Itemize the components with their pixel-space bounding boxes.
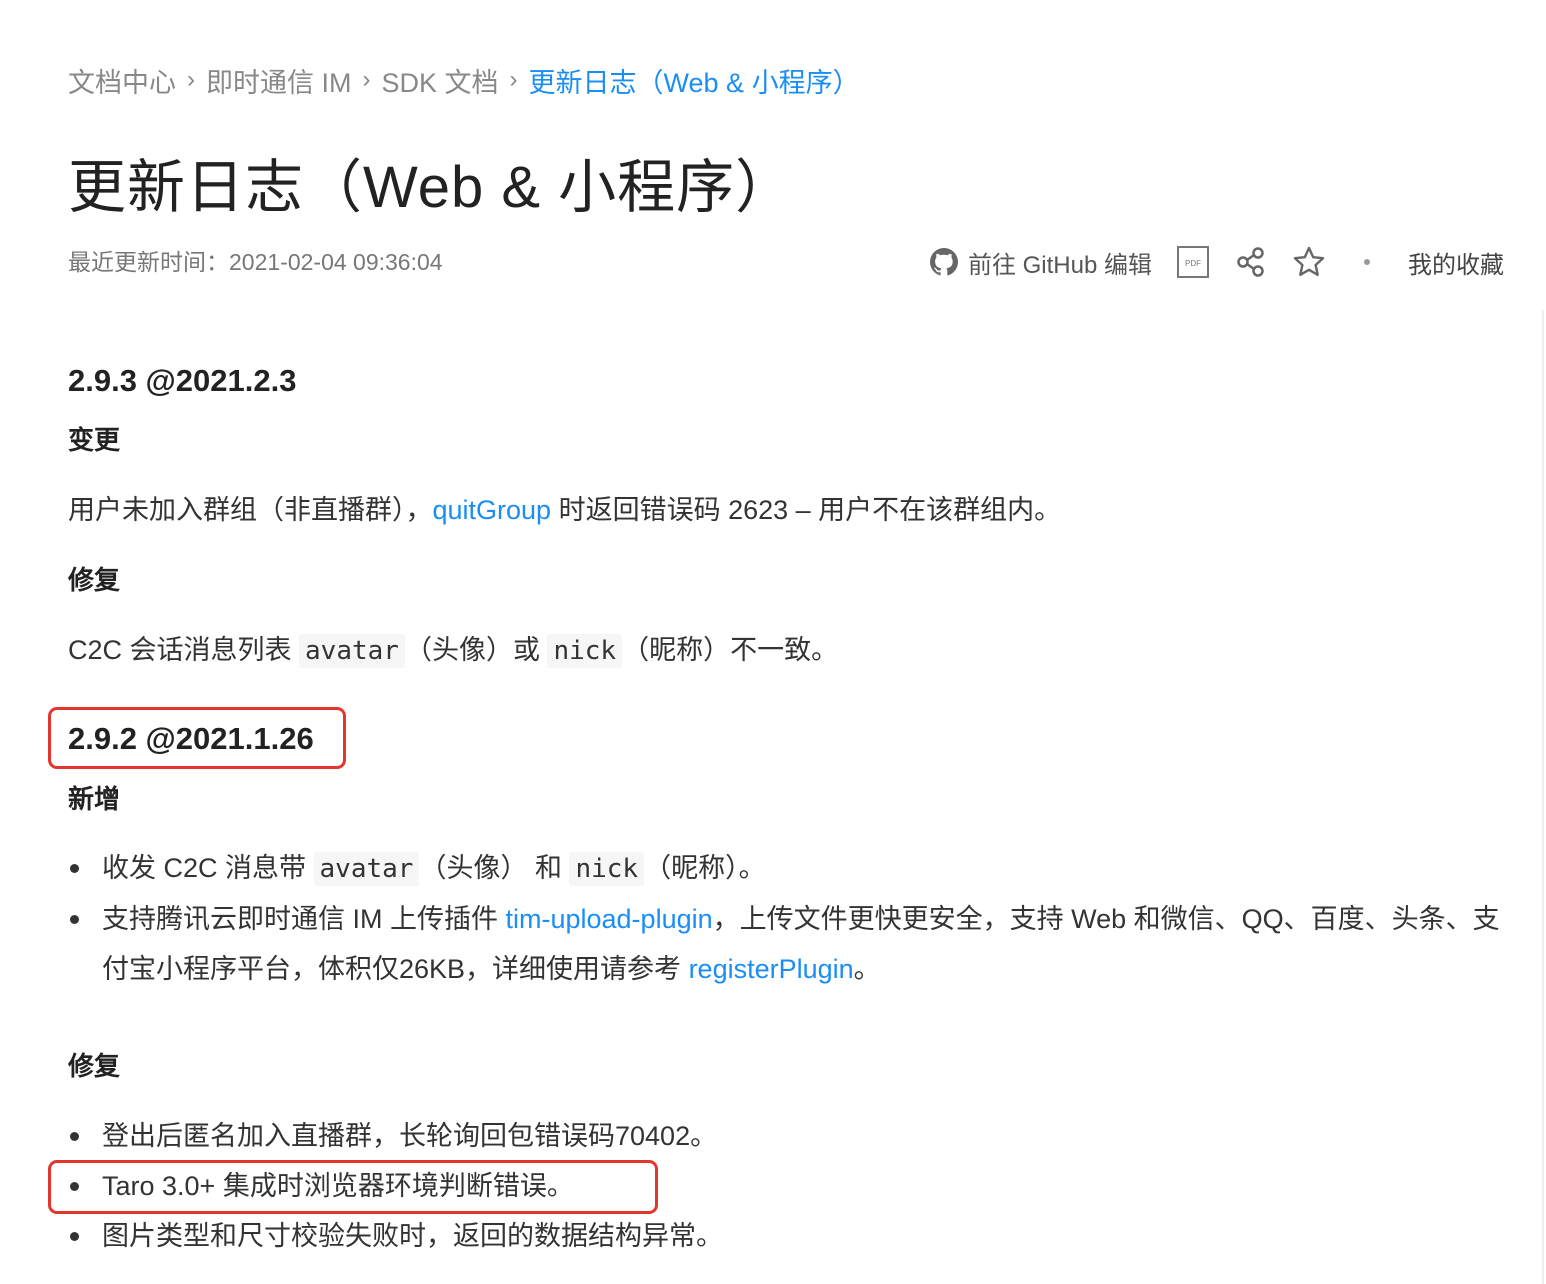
section-title-fixes-292: 修复 (68, 1051, 121, 1081)
last-updated: 最近更新时间：2021-02-04 09:36:04 (68, 249, 443, 275)
github-edit-label: 前往 GitHub 编辑 (967, 251, 1152, 279)
chevron-right-icon: › (187, 66, 195, 93)
new-item-1-text-3: （昵称）。 (644, 853, 766, 883)
fix-text-1: C2C 会话消息列表 (68, 635, 300, 665)
star-button[interactable] (1292, 245, 1326, 279)
page-title: 更新日志（Web & 小程序） (68, 155, 795, 220)
highlight-box-taro (48, 1160, 658, 1214)
breadcrumb-current[interactable]: 更新日志（Web & 小程序） (529, 61, 860, 100)
changes-text-after: 时返回错误码 2623 – 用户不在该群组内。 (551, 495, 1062, 525)
github-icon (928, 246, 960, 278)
star-icon (1292, 245, 1326, 279)
list-item: 登出后匿名加入直播群，长轮询回包错误码70402。 (68, 1111, 723, 1161)
breadcrumb-docs-center[interactable]: 文档中心 (68, 61, 176, 100)
code-nick: nick (569, 852, 645, 886)
pdf-icon: PDF (1176, 245, 1210, 279)
chevron-right-icon: › (362, 66, 371, 93)
my-favorites-link[interactable]: 我的收藏 (1408, 245, 1504, 280)
pdf-download-button[interactable]: PDF (1176, 245, 1210, 279)
breadcrumb-sdk-docs[interactable]: SDK 文档 (382, 61, 499, 100)
list-item: 收发 C2C 消息带 avatar （头像） 和 nick （昵称）。 (68, 843, 1502, 894)
fix-text-2: （头像）或 (404, 635, 548, 665)
breadcrumb-im[interactable]: 即时通信 IM (206, 61, 352, 100)
list-item: 支持腾讯云即时通信 IM 上传插件 tim-upload-plugin，上传文件… (68, 894, 1502, 994)
new-item-1-text-1: 收发 C2C 消息带 (102, 853, 314, 883)
breadcrumb: 文档中心 › 即时通信 IM › SDK 文档 › 更新日志（Web & 小程序… (68, 58, 860, 102)
doc-actions: 前往 GitHub 编辑 PDF 我的收藏 (928, 240, 1504, 284)
share-icon (1234, 245, 1268, 279)
fix-text-3: （昵称）不一致。 (622, 635, 839, 665)
section-title-new: 新增 (68, 784, 121, 814)
fixes-paragraph-293: C2C 会话消息列表 avatar （头像）或 nick （昵称）不一致。 (68, 630, 838, 671)
link-quitgroup[interactable]: quitGroup (433, 495, 552, 525)
docs-page: 文档中心 › 即时通信 IM › SDK 文档 › 更新日志（Web & 小程序… (0, 0, 1546, 1284)
link-register-plugin[interactable]: registerPlugin (689, 954, 854, 984)
actions-divider-dot (1364, 259, 1370, 265)
highlight-box-version (48, 707, 346, 769)
code-avatar: avatar (313, 852, 420, 886)
section-title-fixes-293: 修复 (68, 565, 121, 595)
new-item-2-text-3: 。 (853, 954, 881, 984)
link-tim-upload-plugin[interactable]: tim-upload-plugin (506, 904, 713, 934)
changes-paragraph: 用户未加入群组（非直播群），quitGroup 时返回错误码 2623 – 用户… (68, 490, 1061, 530)
new-item-1-text-2: （头像） 和 (419, 853, 570, 883)
code-avatar: avatar (299, 634, 405, 668)
share-button[interactable] (1234, 245, 1268, 279)
release-heading-293: 2.9.3 @2021.2.3 (68, 363, 297, 398)
chevron-right-icon: › (509, 66, 518, 93)
right-scroll-rule (1542, 310, 1544, 1284)
changes-text-before: 用户未加入群组（非直播群）， (68, 495, 433, 525)
list-item: 图片类型和尺寸校验失败时，返回的数据结构异常。 (68, 1211, 723, 1261)
github-edit-button[interactable]: 前往 GitHub 编辑 (928, 245, 1152, 280)
section-title-changes: 变更 (68, 425, 121, 455)
code-nick: nick (547, 634, 623, 668)
new-item-2-text-1: 支持腾讯云即时通信 IM 上传插件 (102, 904, 506, 934)
pdf-icon-label: PDF (1185, 259, 1201, 268)
new-features-list: 收发 C2C 消息带 avatar （头像） 和 nick （昵称）。 支持腾讯云即… (68, 843, 1502, 994)
